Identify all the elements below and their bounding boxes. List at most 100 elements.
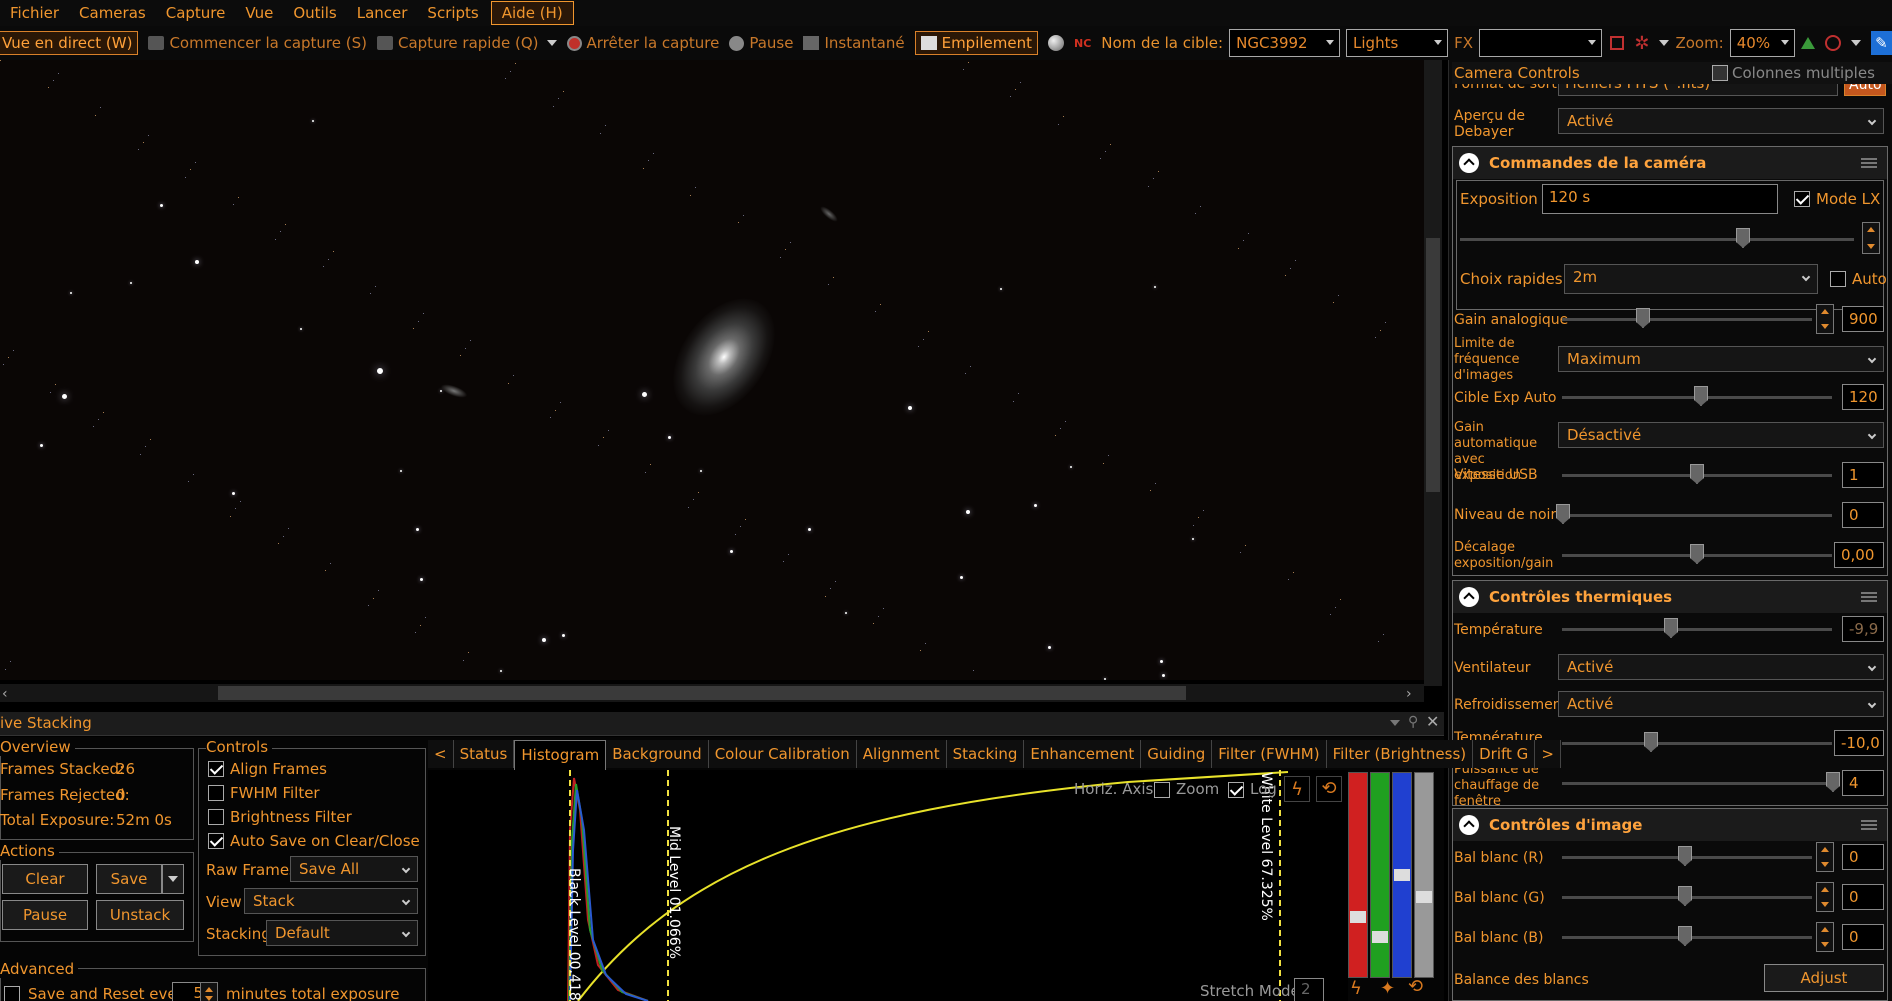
wb-g-input[interactable]: 0 bbox=[1842, 884, 1884, 910]
target-icon[interactable] bbox=[1824, 35, 1841, 51]
nc-icon[interactable]: NC bbox=[1074, 37, 1091, 50]
camera-section-header[interactable]: Commandes de la caméra bbox=[1453, 147, 1887, 179]
horizontal-scroll-thumb[interactable] bbox=[218, 686, 1186, 700]
wb-r-spinner[interactable] bbox=[1816, 842, 1834, 872]
output-auto-button[interactable]: Auto bbox=[1844, 84, 1886, 96]
lightning-icon[interactable]: ϟ bbox=[1284, 776, 1310, 802]
chevron-down-icon[interactable] bbox=[1659, 40, 1670, 46]
snapshot-button[interactable]: Instantané bbox=[803, 34, 905, 52]
tab-drift-guiding[interactable]: Drift G bbox=[1473, 740, 1536, 768]
red-channel-slider[interactable] bbox=[1348, 772, 1368, 978]
fan-select[interactable]: Activé bbox=[1558, 654, 1884, 680]
star-icon[interactable]: ✦ bbox=[1380, 978, 1395, 999]
fwhm-filter-checkbox[interactable] bbox=[208, 785, 224, 801]
horiz-zoom-checkbox[interactable] bbox=[1154, 782, 1170, 798]
auto-save-checkbox[interactable] bbox=[208, 833, 224, 849]
lx-mode-checkbox[interactable] bbox=[1794, 191, 1810, 207]
lightning-icon[interactable]: ϟ bbox=[1350, 978, 1362, 999]
stretch-mode-input[interactable]: 2 bbox=[1294, 978, 1324, 1001]
align-frames-checkbox[interactable] bbox=[208, 761, 224, 777]
menu-vue[interactable]: Vue bbox=[235, 0, 283, 26]
heater-input[interactable]: 4 bbox=[1842, 770, 1884, 796]
auto-exp-input[interactable]: 120 bbox=[1842, 384, 1884, 410]
tab-status[interactable]: Status bbox=[453, 740, 515, 768]
chevron-down-icon[interactable] bbox=[546, 40, 557, 46]
lum-knob[interactable] bbox=[1416, 891, 1432, 903]
usb-input[interactable]: 1 bbox=[1842, 462, 1884, 488]
save-button[interactable]: Save bbox=[96, 864, 162, 894]
histogram-icon[interactable] bbox=[1800, 37, 1815, 49]
sphere-icon[interactable] bbox=[1048, 35, 1064, 51]
pin-icon[interactable]: ⚲ bbox=[1408, 714, 1418, 730]
auto-gain-select[interactable]: Désactivé bbox=[1558, 422, 1884, 448]
target-temp-input[interactable]: -10,0 bbox=[1834, 730, 1884, 756]
brightness-filter-checkbox[interactable] bbox=[208, 809, 224, 825]
tab-histogram[interactable]: Histogram bbox=[514, 740, 607, 770]
save-reset-spinner[interactable] bbox=[200, 982, 218, 1001]
debayer-select[interactable]: Activé bbox=[1558, 108, 1884, 134]
stacking-mode-select[interactable]: Default bbox=[266, 920, 418, 946]
multi-columns-checkbox[interactable] bbox=[1712, 65, 1728, 81]
unstack-button[interactable]: Unstack bbox=[96, 900, 184, 930]
collapse-icon[interactable] bbox=[1459, 815, 1479, 835]
crosshair-icon[interactable]: ✲ bbox=[1634, 33, 1649, 54]
wb-b-spinner[interactable] bbox=[1816, 922, 1834, 952]
view-select[interactable]: Stack bbox=[244, 888, 418, 914]
live-view-button[interactable]: Vue en direct (W) bbox=[0, 31, 139, 55]
image-section-header[interactable]: Contrôles d'image bbox=[1453, 809, 1887, 841]
chevron-down-icon[interactable] bbox=[1390, 720, 1400, 726]
tab-guiding[interactable]: Guiding bbox=[1141, 740, 1213, 768]
reset-icon[interactable]: ⟲ bbox=[1408, 976, 1423, 997]
menu-outils[interactable]: Outils bbox=[283, 0, 346, 26]
thermal-section-header[interactable]: Contrôles thermiques bbox=[1453, 581, 1887, 613]
green-channel-slider[interactable] bbox=[1370, 772, 1390, 978]
quick-choice-select[interactable]: 2m bbox=[1564, 264, 1818, 294]
save-options-button[interactable] bbox=[162, 864, 184, 894]
vertical-scroll-thumb[interactable] bbox=[1426, 238, 1440, 492]
chevron-down-icon[interactable] bbox=[1850, 40, 1861, 46]
quick-capture-button[interactable]: Capture rapide (Q) bbox=[377, 34, 557, 52]
menu-capture[interactable]: Capture bbox=[156, 0, 236, 26]
wb-g-spinner[interactable] bbox=[1816, 882, 1834, 912]
lum-channel-slider[interactable] bbox=[1414, 772, 1434, 978]
blue-knob[interactable] bbox=[1394, 869, 1410, 881]
exposure-spinner[interactable] bbox=[1862, 222, 1880, 254]
horiz-log-checkbox[interactable] bbox=[1228, 782, 1244, 798]
gain-input[interactable]: 900 bbox=[1842, 306, 1884, 332]
raw-frames-select[interactable]: Save All bbox=[290, 856, 418, 882]
offset-input[interactable]: 0,00 bbox=[1834, 542, 1884, 568]
menu-icon[interactable] bbox=[1861, 592, 1877, 602]
reset-icon[interactable]: ⟲ bbox=[1316, 776, 1342, 802]
tab-alignment[interactable]: Alignment bbox=[856, 740, 947, 768]
chevron-left-icon[interactable]: ‹ bbox=[2, 686, 8, 702]
pause-stack-button[interactable]: Pause bbox=[2, 900, 88, 930]
menu-aide[interactable]: Aide (H) bbox=[490, 1, 574, 25]
chevron-right-icon[interactable]: › bbox=[1406, 686, 1412, 702]
tab-filter-brightness[interactable]: Filter (Brightness) bbox=[1326, 740, 1474, 768]
black-level-input[interactable]: 0 bbox=[1842, 502, 1884, 528]
rect-select-icon[interactable] bbox=[1610, 36, 1625, 50]
tab-scroll-right[interactable]: > bbox=[1535, 740, 1561, 768]
gain-spinner[interactable] bbox=[1816, 304, 1834, 334]
output-format-select[interactable]: Fichiers FITS (*.fits) bbox=[1558, 84, 1838, 96]
red-knob[interactable] bbox=[1350, 911, 1366, 923]
menu-scripts[interactable]: Scripts bbox=[417, 0, 488, 26]
wb-b-input[interactable]: 0 bbox=[1842, 924, 1884, 950]
cooling-select[interactable]: Activé bbox=[1558, 691, 1884, 717]
target-name-input[interactable]: NGC3992 bbox=[1229, 29, 1341, 57]
menu-icon[interactable] bbox=[1861, 820, 1877, 830]
green-knob[interactable] bbox=[1372, 931, 1388, 943]
start-capture-button[interactable]: Commencer la capture (S) bbox=[148, 34, 367, 52]
blue-channel-slider[interactable] bbox=[1392, 772, 1412, 978]
close-icon[interactable]: ✕ bbox=[1426, 712, 1439, 731]
fps-select[interactable]: Maximum bbox=[1558, 346, 1884, 372]
zoom-select[interactable]: 40% bbox=[1729, 29, 1795, 57]
stop-capture-button[interactable]: Arrêter la capture bbox=[566, 34, 719, 52]
exposure-slider[interactable] bbox=[1460, 238, 1854, 241]
fx-select[interactable] bbox=[1479, 29, 1603, 57]
image-viewer[interactable] bbox=[0, 60, 1432, 680]
clear-button[interactable]: Clear bbox=[2, 864, 88, 894]
collapse-icon[interactable] bbox=[1459, 587, 1479, 607]
exposure-input[interactable]: 120 s bbox=[1542, 184, 1778, 214]
tab-stacking[interactable]: Stacking bbox=[946, 740, 1025, 768]
